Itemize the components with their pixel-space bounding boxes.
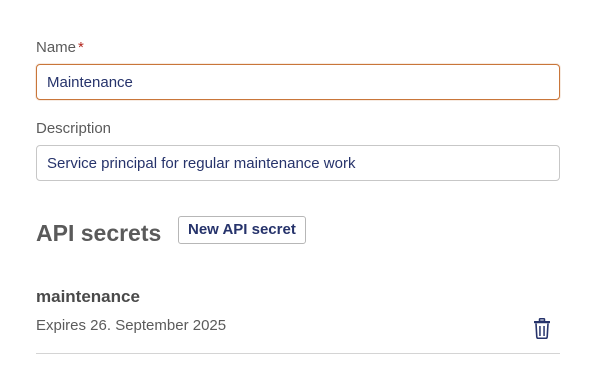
description-field-label: Description: [36, 120, 111, 138]
api-secret-name: maintenance: [36, 287, 140, 306]
name-label-text: Name: [36, 39, 77, 56]
new-api-secret-button[interactable]: New API secret: [178, 216, 306, 244]
trash-icon: [534, 317, 550, 339]
api-secret-expiry: Expires 26. September 2025: [36, 317, 227, 334]
delete-secret-button[interactable]: [528, 314, 556, 342]
description-input[interactable]: [36, 145, 560, 181]
required-marker: *: [78, 39, 84, 56]
description-label-text: Description: [36, 120, 112, 137]
item-divider: [36, 353, 560, 354]
name-input[interactable]: [36, 64, 560, 100]
name-field-label: Name *: [36, 39, 84, 57]
api-secrets-heading: API secrets: [36, 220, 162, 246]
